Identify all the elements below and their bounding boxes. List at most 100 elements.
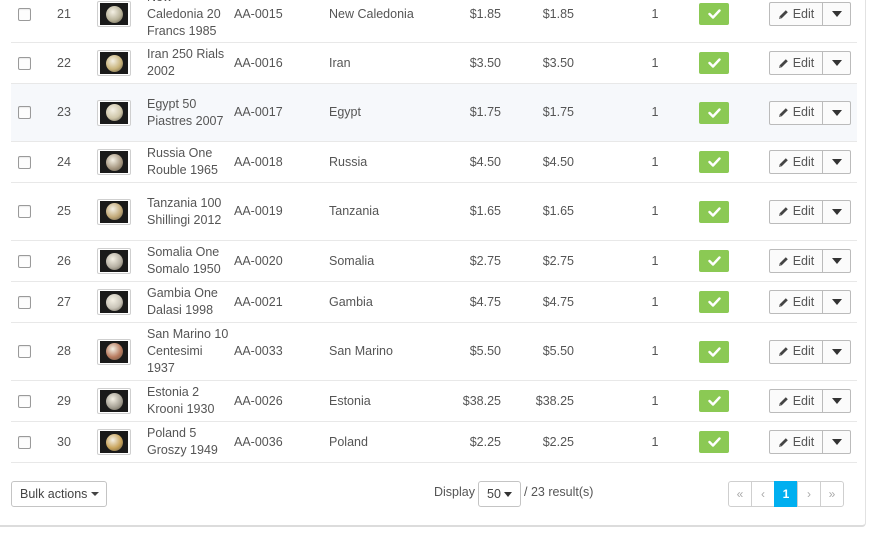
edit-button[interactable]: Edit xyxy=(769,51,823,75)
edit-button[interactable]: Edit xyxy=(769,249,823,273)
edit-button[interactable]: Edit xyxy=(769,199,823,224)
coin-image xyxy=(105,54,123,72)
actions-dropdown-button[interactable] xyxy=(823,150,851,174)
product-id: 24 xyxy=(57,154,71,169)
pencil-icon xyxy=(778,9,793,20)
product-reference: AA-0015 xyxy=(234,6,283,21)
edit-label: Edit xyxy=(792,344,815,358)
status-enabled-toggle[interactable] xyxy=(699,200,729,223)
edit-button[interactable]: Edit xyxy=(769,290,823,314)
final-price: $1.75 xyxy=(542,105,574,119)
quantity: 1 xyxy=(651,154,659,169)
pencil-icon xyxy=(778,437,793,448)
row-checkbox[interactable] xyxy=(17,205,31,218)
row-actions: Edit xyxy=(769,389,851,413)
product-reference: AA-0020 xyxy=(234,253,283,268)
caret-down-icon xyxy=(831,60,842,66)
actions-dropdown-button[interactable] xyxy=(823,100,851,125)
product-thumbnail xyxy=(97,99,131,126)
product-name: Gambia One Dalasi 1998 xyxy=(147,286,218,317)
check-icon xyxy=(707,58,721,68)
actions-dropdown-button[interactable] xyxy=(823,389,851,413)
final-price: $4.75 xyxy=(542,294,574,309)
status-enabled-toggle[interactable] xyxy=(699,3,729,25)
status-enabled-toggle[interactable] xyxy=(699,250,729,272)
status-enabled-toggle[interactable] xyxy=(699,151,729,173)
actions-dropdown-button[interactable] xyxy=(823,249,851,273)
row-checkbox[interactable] xyxy=(17,56,31,70)
status-enabled-toggle[interactable] xyxy=(699,52,729,74)
final-price: $38.25 xyxy=(535,393,574,408)
last-page-button[interactable]: » xyxy=(820,481,844,507)
table-row: 26 Somalia One Somalo 1950 AA-0020 Somal… xyxy=(11,241,857,282)
status-enabled-toggle[interactable] xyxy=(699,390,729,412)
edit-button[interactable]: Edit xyxy=(769,2,823,26)
row-checkbox[interactable] xyxy=(17,394,31,408)
base-price: $5.50 xyxy=(469,344,501,358)
edit-button[interactable]: Edit xyxy=(769,100,823,125)
final-price: $2.25 xyxy=(542,434,574,449)
status-enabled-toggle[interactable] xyxy=(699,101,729,124)
check-icon xyxy=(707,9,721,19)
actions-dropdown-button[interactable] xyxy=(823,339,851,364)
base-price: $4.75 xyxy=(469,294,501,309)
row-checkbox[interactable] xyxy=(17,435,31,449)
caret-down-icon xyxy=(831,299,842,305)
display-label: Display xyxy=(434,485,475,499)
caret-down-icon xyxy=(831,348,842,355)
edit-button[interactable]: Edit xyxy=(769,150,823,174)
row-actions: Edit xyxy=(769,51,851,75)
row-checkbox[interactable] xyxy=(17,7,31,21)
check-icon xyxy=(707,157,721,167)
check-icon xyxy=(707,206,721,217)
row-actions: Edit xyxy=(769,150,851,174)
quantity: 1 xyxy=(651,344,659,358)
product-name: Estonia 2 Krooni 1930 xyxy=(147,385,215,416)
product-reference: AA-0033 xyxy=(234,344,283,358)
product-thumbnail xyxy=(97,429,131,455)
product-reference: AA-0018 xyxy=(234,154,283,169)
check-icon xyxy=(707,396,721,406)
final-price: $3.50 xyxy=(542,55,574,70)
row-checkbox[interactable] xyxy=(17,106,31,119)
row-checkbox[interactable] xyxy=(17,345,31,358)
row-actions: Edit xyxy=(769,290,851,314)
first-page-button[interactable]: « xyxy=(728,481,752,507)
bulk-actions-button[interactable]: Bulk actions xyxy=(11,481,107,507)
page-1-button[interactable]: 1 xyxy=(774,481,798,507)
edit-button[interactable]: Edit xyxy=(769,430,823,454)
edit-button[interactable]: Edit xyxy=(769,389,823,413)
previous-page-button[interactable]: ‹ xyxy=(751,481,775,507)
row-checkbox[interactable] xyxy=(17,254,31,268)
quantity: 1 xyxy=(651,253,659,268)
status-enabled-toggle[interactable] xyxy=(699,431,729,453)
check-icon xyxy=(707,297,721,307)
row-checkbox[interactable] xyxy=(17,295,31,309)
edit-button[interactable]: Edit xyxy=(769,339,823,364)
status-enabled-toggle[interactable] xyxy=(699,291,729,313)
coin-image xyxy=(105,433,123,451)
status-enabled-toggle[interactable] xyxy=(699,340,729,363)
check-icon xyxy=(707,107,721,118)
row-actions: Edit xyxy=(769,430,851,454)
product-name: Egypt 50 Piastres 2007 xyxy=(147,96,224,128)
product-name: Somalia One Somalo 1950 xyxy=(147,245,221,276)
actions-dropdown-button[interactable] xyxy=(823,2,851,26)
caret-down-icon xyxy=(831,159,842,165)
display-count-select[interactable]: 50 xyxy=(478,481,521,507)
row-checkbox[interactable] xyxy=(17,155,31,169)
actions-dropdown-button[interactable] xyxy=(823,290,851,314)
next-page-button[interactable]: › xyxy=(797,481,821,507)
product-thumbnail xyxy=(97,50,131,76)
product-thumbnail xyxy=(97,338,131,365)
edit-label: Edit xyxy=(792,105,815,119)
table-row: 24 Russia One Rouble 1965 AA-0018 Russia… xyxy=(11,142,857,183)
actions-dropdown-button[interactable] xyxy=(823,51,851,75)
actions-dropdown-button[interactable] xyxy=(823,199,851,224)
base-price: $4.50 xyxy=(469,154,501,169)
coin-image xyxy=(105,203,123,220)
actions-dropdown-button[interactable] xyxy=(823,430,851,454)
product-reference: AA-0021 xyxy=(234,294,283,309)
product-id: 27 xyxy=(57,294,71,309)
base-price: $1.65 xyxy=(469,204,501,218)
